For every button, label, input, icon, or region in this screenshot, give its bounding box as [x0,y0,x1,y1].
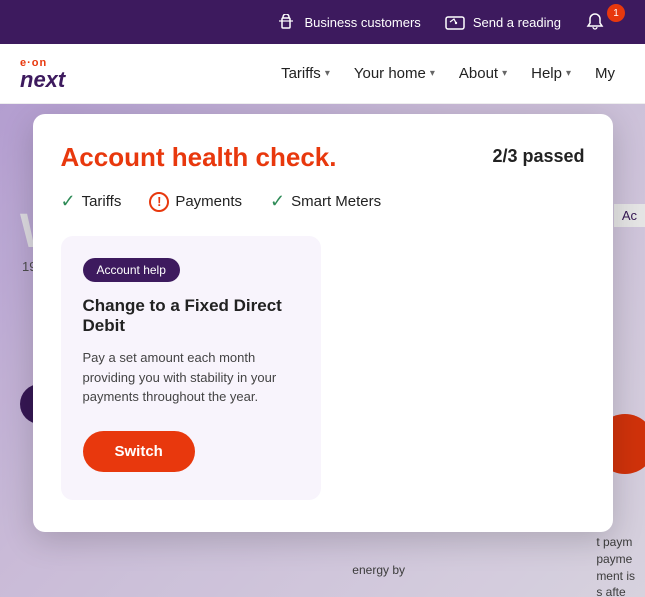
check-tariffs-icon: ✓ [61,191,76,212]
card-title: Change to a Fixed Direct Debit [83,296,299,336]
briefcase-icon [276,12,296,32]
help-chevron-icon: ▾ [566,68,571,79]
nav-my-label: My [595,65,615,82]
check-smart-meters-icon: ✓ [270,191,285,212]
card-desc: Pay a set amount each month providing yo… [83,348,299,407]
check-payments-warning-icon: ! [149,192,169,212]
modal-overlay: Account health check. 2/3 passed ✓ Tarif… [0,104,645,597]
modal-checks: ✓ Tariffs ! Payments ✓ Smart Meters [61,191,585,212]
bell-icon [585,12,605,32]
meter-icon [445,12,465,32]
about-chevron-icon: ▾ [502,68,507,79]
check-smart-meters: ✓ Smart Meters [270,191,381,212]
check-payments-label: Payments [175,193,242,210]
send-reading-label: Send a reading [473,15,561,30]
nav-item-tariffs[interactable]: Tariffs ▾ [271,57,340,90]
nav-item-about[interactable]: About ▾ [449,57,517,90]
account-help-card: Account help Change to a Fixed Direct De… [61,236,321,500]
nav-tariffs-label: Tariffs [281,65,321,82]
nav-about-label: About [459,65,498,82]
top-bar: Business customers Send a reading 1 [0,0,645,44]
check-smart-meters-label: Smart Meters [291,193,381,210]
notifications-link[interactable]: 1 [585,12,625,32]
your-home-chevron-icon: ▾ [430,68,435,79]
account-health-modal: Account health check. 2/3 passed ✓ Tarif… [33,114,613,532]
nav-items: Tariffs ▾ Your home ▾ About ▾ Help ▾ My [271,57,625,90]
card-badge: Account help [83,258,180,282]
check-tariffs: ✓ Tariffs [61,191,122,212]
switch-button[interactable]: Switch [83,431,195,472]
business-customers-link[interactable]: Business customers [276,12,420,32]
business-customers-label: Business customers [304,15,420,30]
modal-header: Account health check. 2/3 passed [61,142,585,173]
nav-item-help[interactable]: Help ▾ [521,57,581,90]
nav-item-your-home[interactable]: Your home ▾ [344,57,445,90]
page-background: We 192 G... Ac t paym payme ment is s af… [0,104,645,597]
modal-title: Account health check. [61,142,337,173]
notification-count: 1 [607,4,625,22]
nav-bar: e·on next Tariffs ▾ Your home ▾ About ▾ … [0,44,645,104]
modal-passed: 2/3 passed [492,146,584,167]
nav-item-my[interactable]: My [585,57,625,90]
tariffs-chevron-icon: ▾ [325,68,330,79]
logo-next: next [20,69,65,91]
nav-your-home-label: Your home [354,65,426,82]
logo[interactable]: e·on next [20,57,65,91]
nav-help-label: Help [531,65,562,82]
check-payments: ! Payments [149,192,242,212]
check-tariffs-label: Tariffs [82,193,122,210]
send-reading-link[interactable]: Send a reading [445,12,561,32]
